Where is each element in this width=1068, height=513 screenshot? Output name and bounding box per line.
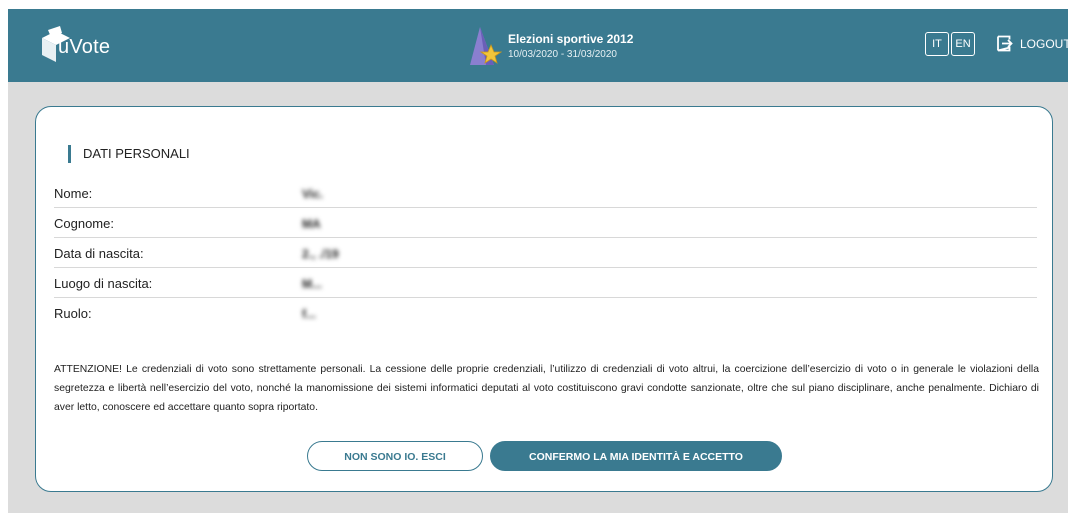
row-cognome: Cognome: MA: [54, 208, 1037, 238]
row-value: M...: [302, 277, 322, 291]
row-nome: Nome: Vic.: [54, 178, 1037, 208]
row-label: Nome:: [54, 186, 93, 201]
row-label: Luogo di nascita:: [54, 276, 153, 291]
wizard-hat-star-icon: [470, 27, 502, 65]
row-ruolo: Ruolo: f...: [54, 298, 1037, 328]
logout-label: LOGOUT: [1020, 37, 1068, 51]
logout-icon: [997, 35, 1013, 52]
top-header: uVote Elezioni sportive 2012 10/03/2020 …: [8, 9, 1068, 82]
election-dates: 10/03/2020 - 31/03/2020: [508, 49, 617, 60]
row-value: Vic.: [302, 187, 324, 201]
app-name: uVote: [58, 36, 111, 58]
section-title: DATI PERSONALI: [68, 145, 190, 163]
uvote-logo[interactable]: uVote: [38, 26, 148, 66]
not-me-exit-button[interactable]: NON SONO IO. ESCI: [307, 441, 483, 471]
language-en-button[interactable]: EN: [951, 32, 975, 56]
row-value: MA: [302, 217, 321, 231]
identity-card: DATI PERSONALI Nome: Vic. Cognome: MA Da…: [35, 106, 1053, 492]
election-title: Elezioni sportive 2012: [508, 32, 634, 46]
language-it-button[interactable]: IT: [925, 32, 949, 56]
row-value: f...: [302, 307, 316, 321]
row-label: Cognome:: [54, 216, 114, 231]
row-luogo-nascita: Luogo di nascita: M...: [54, 268, 1037, 298]
confirm-identity-button[interactable]: CONFERMO LA MIA IDENTITÀ E ACCETTO: [490, 441, 782, 471]
row-value: 2., ./19: [302, 247, 339, 261]
row-label: Data di nascita:: [54, 246, 144, 261]
row-data-nascita: Data di nascita: 2., ./19: [54, 238, 1037, 268]
row-label: Ruolo:: [54, 306, 92, 321]
warning-text: ATTENZIONE! Le credenziali di voto sono …: [54, 364, 1039, 413]
personal-data-list: Nome: Vic. Cognome: MA Data di nascita: …: [54, 178, 1037, 328]
